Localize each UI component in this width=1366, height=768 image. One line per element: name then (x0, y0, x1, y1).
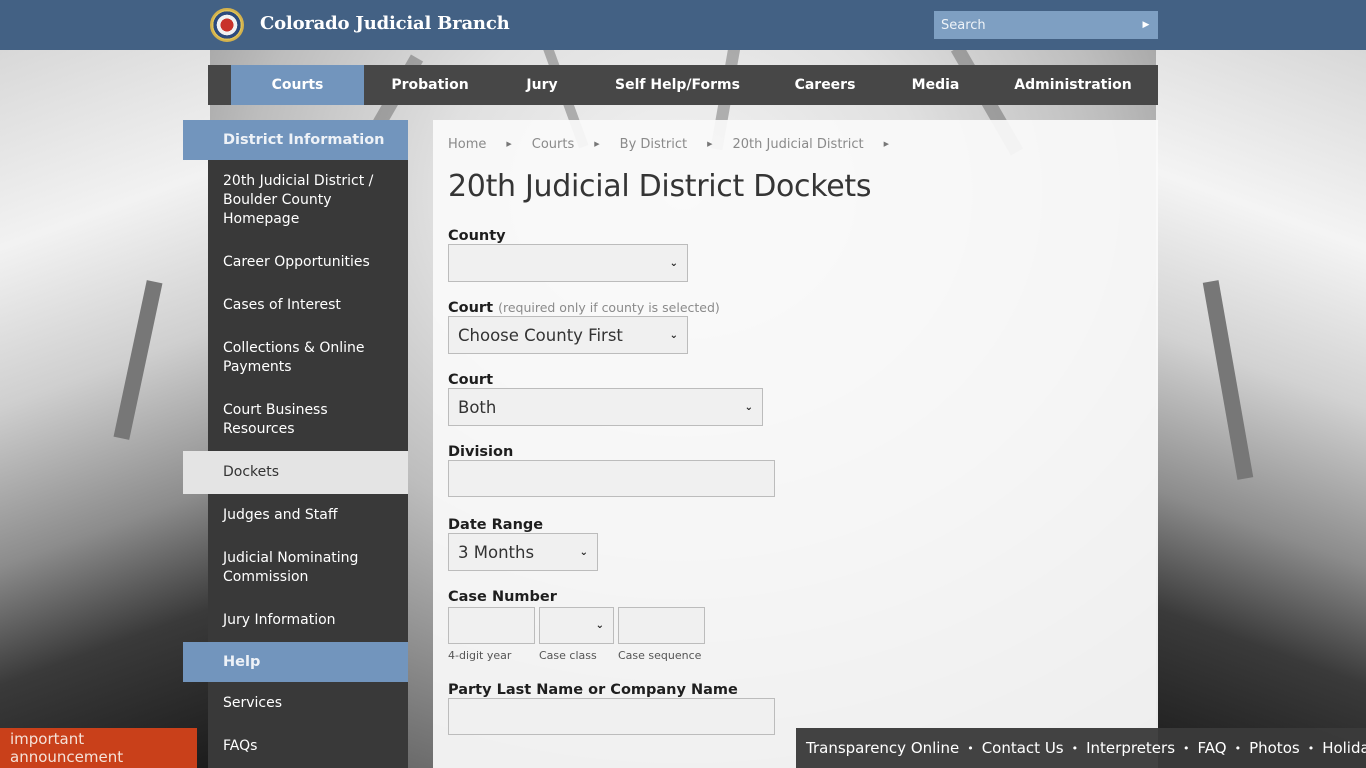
main-content: Home ▶ Courts ▶ By District ▶ 20th Judic… (433, 120, 1158, 768)
site-header: Colorado Judicial Branch ▶ (0, 0, 1366, 50)
sidebar-item-district-homepage[interactable]: 20th Judicial District / Boulder County … (208, 160, 408, 241)
nav-jury[interactable]: Jury (496, 65, 588, 105)
footer-link-faq[interactable]: FAQ (1198, 739, 1227, 757)
date-range-label: Date Range (448, 517, 544, 533)
background-wall-left (0, 50, 210, 768)
party-name-label: Party Last Name or Company Name (448, 682, 738, 698)
chevron-down-icon: ⌄ (669, 257, 678, 269)
case-number-inputs: 4-digit year ⌄ Case class Case sequence (448, 607, 1143, 662)
breadcrumb-20th-judicial-district[interactable]: 20th Judicial District (733, 137, 864, 152)
court-location-label: Court (required only if county is select… (448, 300, 1143, 316)
party-name-input[interactable] (448, 698, 775, 735)
division-label: Division (448, 444, 514, 460)
chevron-down-icon: ⌄ (669, 329, 678, 341)
chevron-down-icon: ⌄ (595, 620, 604, 631)
chevron-down-icon: ⌄ (744, 401, 753, 413)
sidebar-heading-district-information[interactable]: District Information (183, 120, 408, 160)
case-year-sublabel: 4-digit year (448, 649, 512, 662)
date-range-select[interactable]: 3 Months ⌄ (448, 533, 598, 571)
date-range-select-value: 3 Months (458, 542, 535, 562)
sidebar-item-collections-payments[interactable]: Collections & Online Payments (208, 327, 408, 389)
caret-right-icon: ▶ (1142, 20, 1150, 30)
division-input[interactable] (448, 460, 775, 497)
case-year-group: 4-digit year (448, 607, 535, 662)
nav-careers[interactable]: Careers (767, 65, 883, 105)
court-location-field-group: Court (required only if county is select… (448, 300, 1143, 354)
date-range-field-group: Date Range 3 Months ⌄ (448, 517, 1143, 571)
chevron-down-icon: ⌄ (579, 546, 588, 558)
court-type-select-value: Both (458, 397, 497, 417)
separator-dot: • (1307, 741, 1315, 755)
sidebar-item-faqs[interactable]: FAQs (208, 725, 408, 768)
court-location-label-text: Court (448, 300, 494, 316)
search-input[interactable] (934, 17, 1134, 33)
court-location-select[interactable]: Choose County First ⌄ (448, 316, 688, 354)
case-number-label: Case Number (448, 589, 557, 605)
county-select[interactable]: ⌄ (448, 244, 688, 282)
caret-right-icon: ▶ (506, 140, 512, 148)
main-nav: Courts Probation Jury Self Help/Forms Ca… (208, 65, 1158, 105)
footer-link-contact-us[interactable]: Contact Us (982, 739, 1064, 757)
case-sequence-input[interactable] (618, 607, 705, 644)
footer-link-holidays[interactable]: Holidays (1322, 739, 1366, 757)
sidebar-list-district-information: 20th Judicial District / Boulder County … (183, 160, 408, 642)
footer-link-transparency-online[interactable]: Transparency Online (806, 739, 959, 757)
breadcrumb-courts[interactable]: Courts (532, 137, 575, 152)
separator-dot: • (967, 741, 974, 755)
separator-dot: • (1183, 741, 1190, 755)
background-wall-right (1156, 50, 1366, 768)
caret-right-icon: ▶ (883, 140, 890, 148)
breadcrumb: Home ▶ Courts ▶ By District ▶ 20th Judic… (448, 136, 1143, 152)
separator-dot: • (1071, 741, 1079, 755)
search-submit-button[interactable]: ▶ (1134, 11, 1158, 39)
sidebar-item-jury-information[interactable]: Jury Information (208, 599, 408, 642)
division-field-group: Division (448, 444, 1143, 497)
court-location-select-value: Choose County First (458, 325, 623, 345)
county-label: County (448, 228, 506, 244)
breadcrumb-by-district[interactable]: By District (620, 137, 687, 152)
sidebar-item-court-business-resources[interactable]: Court Business Resources (208, 389, 408, 451)
case-class-sublabel: Case class (539, 649, 597, 662)
sidebar-heading-help[interactable]: Help (183, 642, 408, 682)
case-number-field-group: Case Number 4-digit year ⌄ Case class Ca… (448, 589, 1143, 662)
breadcrumb-home[interactable]: Home (448, 137, 486, 152)
case-sequence-sublabel: Case sequence (618, 649, 702, 662)
caret-right-icon: ▶ (594, 140, 600, 148)
nav-self-help-forms[interactable]: Self Help/Forms (588, 65, 767, 105)
sidebar: District Information 20th Judicial Distr… (183, 120, 408, 768)
court-type-select[interactable]: Both ⌄ (448, 388, 763, 426)
case-class-group: ⌄ Case class (539, 607, 614, 662)
case-class-select[interactable]: ⌄ (539, 607, 614, 644)
sidebar-item-cases-of-interest[interactable]: Cases of Interest (208, 284, 408, 327)
search-box: ▶ (934, 11, 1158, 39)
nav-courts[interactable]: Courts (231, 65, 364, 105)
sidebar-item-dockets[interactable]: Dockets (183, 451, 408, 494)
sidebar-item-services[interactable]: Services (208, 682, 408, 725)
sidebar-item-career-opportunities[interactable]: Career Opportunities (208, 241, 408, 284)
sidebar-list-help: Services FAQs (208, 682, 408, 768)
sidebar-item-judicial-nominating-commission[interactable]: Judicial Nominating Commission (208, 537, 408, 599)
county-field-group: County ⌄ (448, 228, 1143, 282)
case-sequence-group: Case sequence (618, 607, 705, 662)
site-title[interactable]: Colorado Judicial Branch (260, 13, 510, 34)
separator-dot: • (1234, 741, 1242, 755)
nav-probation[interactable]: Probation (364, 65, 496, 105)
footer-link-photos[interactable]: Photos (1249, 739, 1300, 757)
court-type-field-group: Court Both ⌄ (448, 372, 1143, 426)
colorado-courts-seal-logo[interactable] (210, 8, 244, 42)
case-year-input[interactable] (448, 607, 535, 644)
caret-right-icon: ▶ (707, 140, 713, 148)
footer-link-interpreters[interactable]: Interpreters (1086, 739, 1175, 757)
page-title: 20th Judicial District Dockets (448, 169, 872, 204)
nav-media[interactable]: Media (883, 65, 988, 105)
court-location-hint: (required only if county is selected) (498, 300, 720, 315)
nav-administration[interactable]: Administration (988, 65, 1158, 105)
court-type-label: Court (448, 372, 494, 388)
sidebar-item-judges-and-staff[interactable]: Judges and Staff (208, 494, 408, 537)
footer-links: Transparency Online • Contact Us • Inter… (796, 728, 1366, 768)
important-announcement-button[interactable]: important announcement (0, 728, 197, 768)
